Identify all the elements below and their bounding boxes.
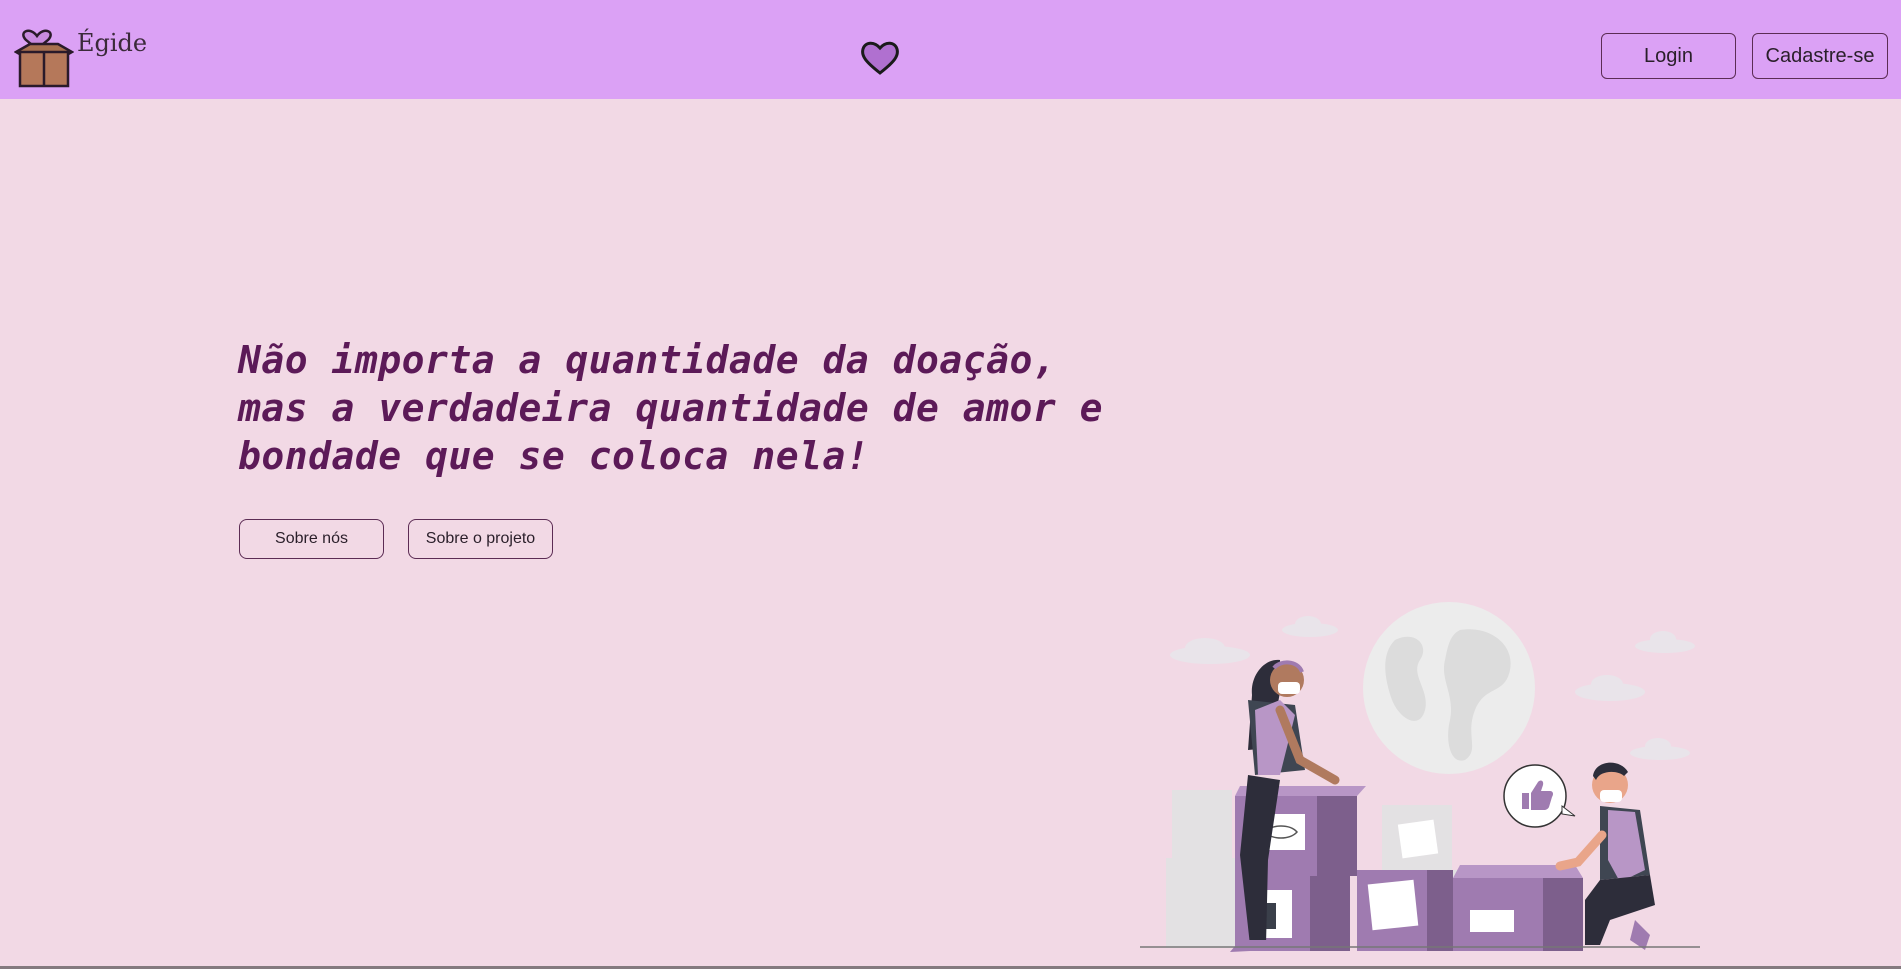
about-project-button[interactable]: Sobre o projeto (408, 519, 553, 559)
top-navbar: Égide Login Cadastre-se (0, 0, 1901, 99)
brand-logo[interactable]: Égide (14, 24, 148, 90)
login-button[interactable]: Login (1601, 33, 1736, 79)
hero-quote: Não importa a quantidade da doação, mas … (238, 336, 1168, 480)
brand-name: Égide (77, 29, 148, 57)
thumbs-up-icon (1503, 764, 1576, 828)
globe-icon (1363, 602, 1535, 774)
hero-quote-line: Não importa a quantidade da doação, (238, 338, 1057, 382)
hero-quote-line: bondade que se coloca nela! (238, 434, 870, 478)
about-us-button[interactable]: Sobre nós (239, 519, 384, 559)
heart-icon (861, 41, 899, 75)
signup-button[interactable]: Cadastre-se (1752, 33, 1888, 79)
volunteers-illustration (1140, 602, 1700, 952)
hero-quote-line: mas a verdadeira quantidade de amor e (238, 386, 1103, 430)
box-with-heart-icon (14, 29, 74, 88)
